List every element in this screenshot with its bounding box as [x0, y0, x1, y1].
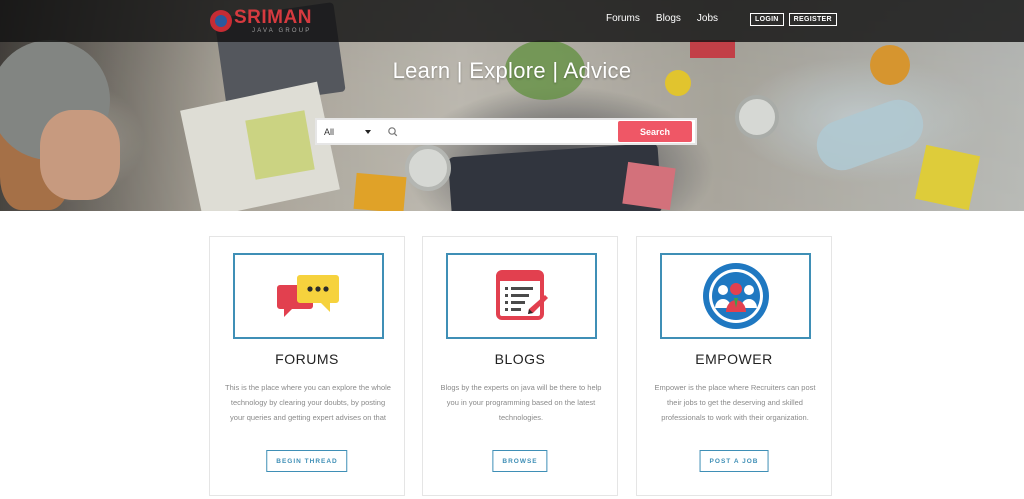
- register-button[interactable]: REGISTER: [788, 13, 837, 26]
- chat-bubbles-icon: [276, 275, 339, 317]
- top-navbar: SRIMAN JAVA GROUP Forums Blogs Jobs LOGI…: [0, 0, 1024, 42]
- post-a-job-button[interactable]: POST A JOB: [699, 450, 769, 472]
- card-description: This is the place where you can explore …: [225, 383, 391, 422]
- card-title: FORUMS: [275, 351, 339, 367]
- nav-link-forums[interactable]: Forums: [606, 13, 640, 24]
- brand-subtitle: JAVA GROUP: [252, 28, 312, 34]
- forums-card: FORUMS This is the place where you can e…: [209, 236, 405, 496]
- people-group-icon: [702, 263, 769, 329]
- brand-logo[interactable]: SRIMAN JAVA GROUP: [210, 8, 312, 34]
- card-description: Empower is the place where Recruiters ca…: [654, 383, 816, 422]
- card-title: BLOGS: [494, 351, 546, 367]
- card-description: Blogs by the experts on java will be the…: [440, 383, 602, 422]
- empower-card: EMPOWER Empower is the place where Recru…: [636, 236, 832, 496]
- hero-banner: SRIMAN JAVA GROUP Forums Blogs Jobs LOGI…: [0, 0, 1024, 211]
- search-field: [379, 120, 618, 143]
- chevron-down-icon: [365, 129, 371, 134]
- forums-icon-frame: [233, 253, 384, 339]
- blogs-icon-frame: [446, 253, 597, 339]
- login-button[interactable]: LOGIN: [750, 13, 784, 26]
- blog-document-icon: [495, 270, 548, 320]
- nav-links: Forums Blogs Jobs: [606, 13, 718, 24]
- begin-thread-button[interactable]: BEGIN THREAD: [266, 450, 348, 472]
- nav-link-blogs[interactable]: Blogs: [656, 13, 681, 24]
- auth-buttons: LOGIN REGISTER: [750, 13, 837, 26]
- logo-mark-icon: [210, 10, 232, 32]
- search-input[interactable]: [401, 120, 618, 143]
- brand-name: SRIMAN: [234, 7, 312, 28]
- search-icon: [388, 126, 398, 136]
- card-title: EMPOWER: [695, 351, 773, 367]
- hero-title: Learn | Explore | Advice: [392, 58, 632, 83]
- blogs-card: BLOGS Blogs by the experts on java will …: [422, 236, 618, 496]
- browse-button[interactable]: BROWSE: [492, 450, 548, 472]
- search-bar: All Search: [315, 118, 697, 145]
- search-button[interactable]: Search: [618, 121, 692, 142]
- nav-link-jobs[interactable]: Jobs: [697, 13, 718, 24]
- empower-icon-frame: [660, 253, 811, 339]
- category-select-value: All: [324, 126, 335, 137]
- category-select[interactable]: All: [317, 120, 379, 143]
